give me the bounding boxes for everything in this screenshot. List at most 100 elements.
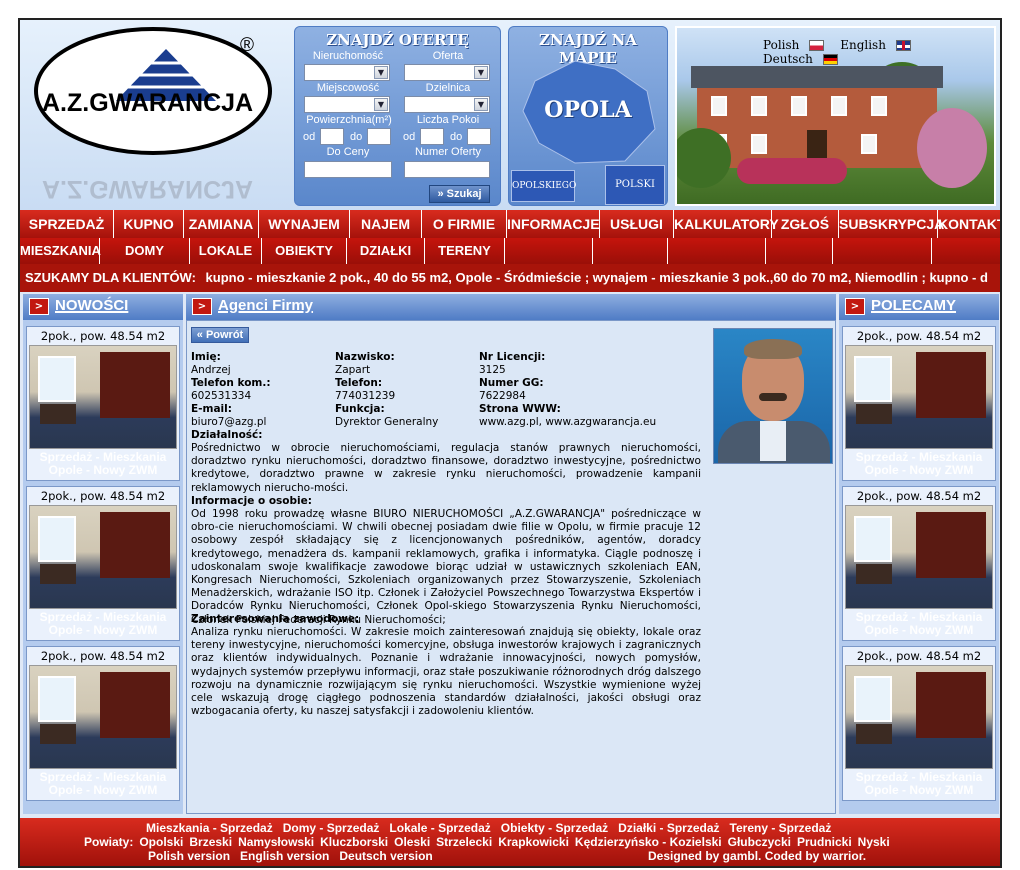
footer-county-link[interactable]: Kędzierzyńsko - Kozielski xyxy=(575,835,722,849)
recommended-title: POLECAMY xyxy=(871,297,957,314)
offer-card-photo[interactable] xyxy=(29,505,177,609)
menu-item[interactable]: KONTAKT xyxy=(938,210,1000,238)
footer-category-link[interactable]: Lokale - Sprzedaż xyxy=(389,821,490,835)
about-label: Informacje o osobie: xyxy=(191,495,312,507)
offer-card-title: 2pok., pow. 48.54 m2 xyxy=(856,649,982,663)
price-input[interactable] xyxy=(304,161,392,178)
footer-county-link[interactable]: Oleski xyxy=(394,835,430,849)
footer-county-link[interactable]: Namysłowski xyxy=(238,835,314,849)
function-value: Dyrektor Generalny xyxy=(335,416,439,428)
submenu-item[interactable]: DZIAŁKI xyxy=(347,238,425,264)
submenu-item[interactable]: TERENY xyxy=(425,238,505,264)
footer-county-link[interactable]: Kluczborski xyxy=(320,835,388,849)
menu-item[interactable]: O FIRMIE xyxy=(422,210,507,238)
ticker-text[interactable]: kupno - mieszkanie 2 pok., 40 do 55 m2, … xyxy=(206,270,988,285)
offer-card[interactable]: 2pok., pow. 48.54 m2 Sprzedaż - Mieszkani… xyxy=(842,646,996,801)
agent-shirt xyxy=(760,421,786,461)
arrow-right-icon: > xyxy=(29,298,49,315)
city-label: Miejscowość xyxy=(316,82,380,94)
lang-english[interactable]: English xyxy=(840,38,917,52)
menu-item[interactable]: SPRZEDAŻ xyxy=(20,210,114,238)
footer-county-link[interactable]: Prudnicki xyxy=(797,835,852,849)
menu-item[interactable]: WYNAJEM xyxy=(259,210,350,238)
news-list: 2pok., pow. 48.54 m2 Sprzedaż - Mieszkani… xyxy=(23,320,183,814)
website-link[interactable]: www.azg.pl, www.azgwarancja.eu xyxy=(479,416,656,428)
offer-card-title: 2pok., pow. 48.54 m2 xyxy=(856,489,982,503)
submenu-empty-slot xyxy=(833,238,932,264)
offer-select[interactable]: ▼ xyxy=(404,64,490,81)
offer-card-location: Opole - Nowy ZWM xyxy=(864,463,974,477)
offer-card[interactable]: 2pok., pow. 48.54 m2 Sprzedaż - Mieszkani… xyxy=(26,326,180,481)
search-button[interactable]: » Szukaj xyxy=(429,185,490,203)
footer-county-link[interactable]: Krapkowicki xyxy=(498,835,569,849)
rooms-from-input[interactable] xyxy=(420,128,444,145)
email-link[interactable]: biuro7@azg.pl xyxy=(191,416,266,428)
back-button[interactable]: « Powrót xyxy=(191,327,249,343)
offer-card-photo[interactable] xyxy=(29,665,177,769)
mobile-value: 602531334 xyxy=(191,390,252,402)
submenu-item[interactable]: DOMY xyxy=(100,238,190,264)
rooms-label: Liczba Pokoi xyxy=(416,114,480,126)
price-label: Do Ceny xyxy=(326,146,370,158)
footer-category-link[interactable]: Działki - Sprzedaż xyxy=(618,821,719,835)
offer-card[interactable]: 2pok., pow. 48.54 m2 Sprzedaż - Mieszkani… xyxy=(842,326,996,481)
map-city-label: OPOLA xyxy=(544,97,632,123)
footer-version-link[interactable]: Polish version xyxy=(148,849,230,863)
offer-card-photo[interactable] xyxy=(845,665,993,769)
city-select[interactable]: ▼ xyxy=(304,96,390,113)
footer-version-link[interactable]: Deutsch version xyxy=(339,849,432,863)
activity-label: Działalność: xyxy=(191,429,263,441)
menu-item[interactable]: INFORMACJE xyxy=(507,210,600,238)
menu-item[interactable]: KUPNO xyxy=(114,210,184,238)
submenu-item[interactable]: MIESZKANIA xyxy=(20,238,101,264)
area-from-input[interactable] xyxy=(320,128,344,145)
offer-card[interactable]: 2pok., pow. 48.54 m2 Sprzedaż - Mieszkani… xyxy=(26,646,180,801)
lang-polish[interactable]: Polish xyxy=(763,38,830,52)
menu-item[interactable]: ZGŁOŚ xyxy=(772,210,839,238)
property-select[interactable]: ▼ xyxy=(304,64,390,81)
header: A.Z.GWARANCJA ® A.Z.GWARANCJA ZNAJDŹ OFE… xyxy=(20,20,1000,210)
footer-county-link[interactable]: Strzelecki xyxy=(436,835,492,849)
lang-deutsch-label: Deutsch xyxy=(763,52,813,66)
agent-moustache xyxy=(759,393,787,401)
submenu-item[interactable]: OBIEKTY xyxy=(262,238,347,264)
menu-item[interactable]: NAJEM xyxy=(350,210,422,238)
menu-item[interactable]: KALKULATORY xyxy=(674,210,779,238)
offer-card-photo[interactable] xyxy=(29,345,177,449)
footer-category-link[interactable]: Domy - Sprzedaż xyxy=(283,821,380,835)
footer-category-link[interactable]: Obiekty - Sprzedaż xyxy=(501,821,608,835)
menu-item[interactable]: ZAMIANA xyxy=(184,210,259,238)
room-cabinet xyxy=(916,512,986,578)
offer-card[interactable]: 2pok., pow. 48.54 m2 Sprzedaż - Mieszkani… xyxy=(842,486,996,641)
offer-card-title: 2pok., pow. 48.54 m2 xyxy=(40,329,166,343)
footer: Mieszkania - Sprzedaż Domy - Sprzedaż Loka… xyxy=(20,818,1000,866)
room-table xyxy=(40,404,76,424)
offer-card-photo[interactable] xyxy=(845,345,993,449)
district-select[interactable]: ▼ xyxy=(404,96,490,113)
menu-item[interactable]: USŁUGI xyxy=(600,210,674,238)
footer-version-link[interactable]: English version xyxy=(240,849,329,863)
menu-item[interactable]: SUBSKRYPCJA xyxy=(839,210,944,238)
footer-county-link[interactable]: Brzeski xyxy=(189,835,232,849)
map-panel[interactable]: ZNAJDŹ NA MAPIE OPOLA OPOLSKIEGO POLSKI xyxy=(508,26,668,206)
lang-deutsch[interactable]: Deutsch xyxy=(763,52,844,66)
logo[interactable]: A.Z.GWARANCJA ® A.Z.GWARANCJA xyxy=(28,25,283,205)
flowering-tree xyxy=(917,108,987,188)
area-to-input[interactable] xyxy=(367,128,391,145)
chevron-down-icon: ▼ xyxy=(374,66,388,79)
interests-label: Zainteresowania zawodowe: xyxy=(191,613,360,625)
footer-category-link[interactable]: Mieszkania - Sprzedaż xyxy=(146,821,273,835)
license-label: Nr Licencji: xyxy=(479,351,546,363)
map-region-link[interactable]: OPOLSKIEGO xyxy=(511,170,576,202)
rooms-to-input[interactable] xyxy=(467,128,491,145)
main-menu: SPRZEDAŻ KUPNO ZAMIANA WYNAJEM NAJEM O FIRMIE… xyxy=(20,210,1000,238)
footer-county-link[interactable]: Opolski xyxy=(139,835,183,849)
submenu-item[interactable]: LOKALE xyxy=(190,238,262,264)
offer-card-photo[interactable] xyxy=(845,505,993,609)
footer-county-link[interactable]: Nyski xyxy=(858,835,890,849)
map-country-link[interactable]: POLSKI xyxy=(605,165,665,205)
offer-number-input[interactable] xyxy=(404,161,490,178)
footer-category-link[interactable]: Tereny - Sprzedaż xyxy=(730,821,832,835)
footer-county-link[interactable]: Głubczycki xyxy=(728,835,791,849)
offer-card[interactable]: 2pok., pow. 48.54 m2 Sprzedaż - Mieszkani… xyxy=(26,486,180,641)
